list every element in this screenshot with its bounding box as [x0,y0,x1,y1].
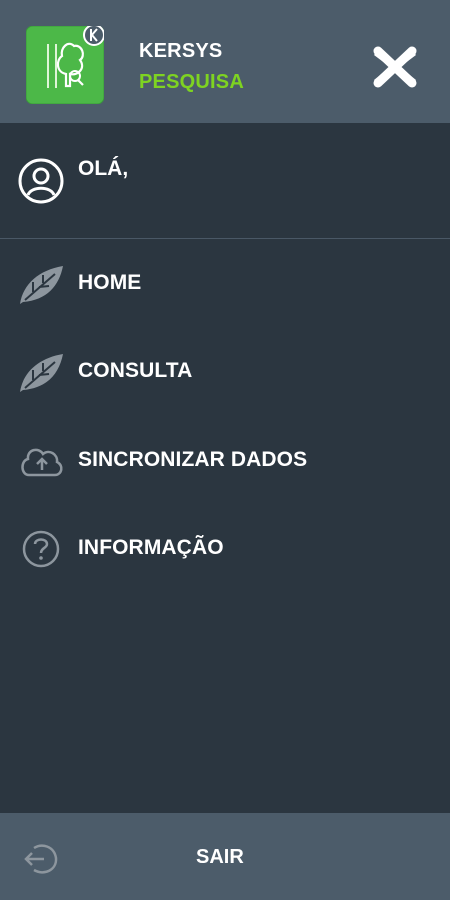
menu-item-informacao[interactable]: INFORMAÇÃO [0,519,450,579]
greeting-text: OLÁ, [78,157,129,180]
brand-title: KERSYS PESQUISA [139,36,244,98]
menu-item-label: CONSULTA [78,359,193,382]
menu-item-label: HOME [78,271,142,294]
brand-subtitle: PESQUISA [139,71,244,93]
leaf-icon [20,266,63,304]
menu-item-home[interactable]: HOME [0,254,450,314]
user-greeting-section: OLÁ, [0,123,450,239]
question-circle-icon [22,530,60,568]
navigation-drawer: KERSYS PESQUISA OLÁ, HOME CONSULTA SINCR… [0,0,450,900]
menu-item-label: INFORMAÇÃO [78,536,224,559]
close-icon[interactable] [372,46,418,88]
kersys-logo-icon [26,26,104,104]
menu-item-label: SINCRONIZAR DADOS [78,448,308,471]
leaf-icon [20,354,63,392]
menu-item-sincronizar-dados[interactable]: SINCRONIZAR DADOS [0,431,450,491]
menu-item-consulta[interactable]: CONSULTA [0,342,450,402]
logout-button[interactable]: SAIR [0,813,450,900]
cloud-upload-icon [21,448,63,477]
drawer-header: KERSYS PESQUISA [0,0,450,123]
brand-name: KERSYS [139,40,223,62]
logout-label: SAIR [196,846,244,868]
logout-icon [24,844,58,874]
user-circle-icon [18,158,64,204]
